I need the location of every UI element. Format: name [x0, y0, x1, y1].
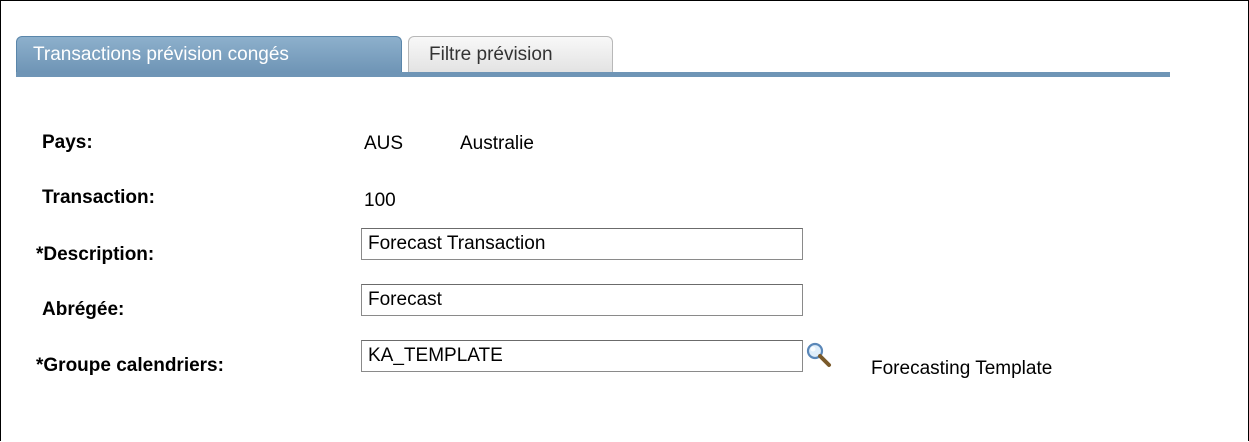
tab-underline [16, 72, 1170, 77]
pays-name: Australie [460, 133, 534, 154]
abregee-label: Abrégée: [42, 299, 125, 320]
tab-label: Transactions prévision congés [33, 44, 289, 65]
transaction-label: Transaction: [42, 187, 155, 208]
tab-filtre-prevision[interactable]: Filtre prévision [408, 36, 613, 72]
description-input[interactable] [361, 228, 803, 260]
groupe-calendriers-input[interactable] [361, 340, 803, 372]
pays-code: AUS [364, 133, 404, 154]
tab-transactions-prevision-conges[interactable]: Transactions prévision congés [16, 36, 402, 72]
abregee-input[interactable] [361, 284, 803, 316]
transaction-value: 100 [364, 190, 396, 211]
pays-label: Pays: [42, 132, 93, 153]
magnifier-icon[interactable] [804, 340, 834, 370]
groupe-calendriers-label: *Groupe calendriers: [36, 355, 224, 376]
groupe-calendriers-description: Forecasting Template [871, 358, 1053, 379]
description-label: *Description: [36, 244, 155, 265]
tab-label: Filtre prévision [429, 44, 553, 65]
tab-bar: Filtre prévision Transactions prévision … [16, 36, 1176, 77]
